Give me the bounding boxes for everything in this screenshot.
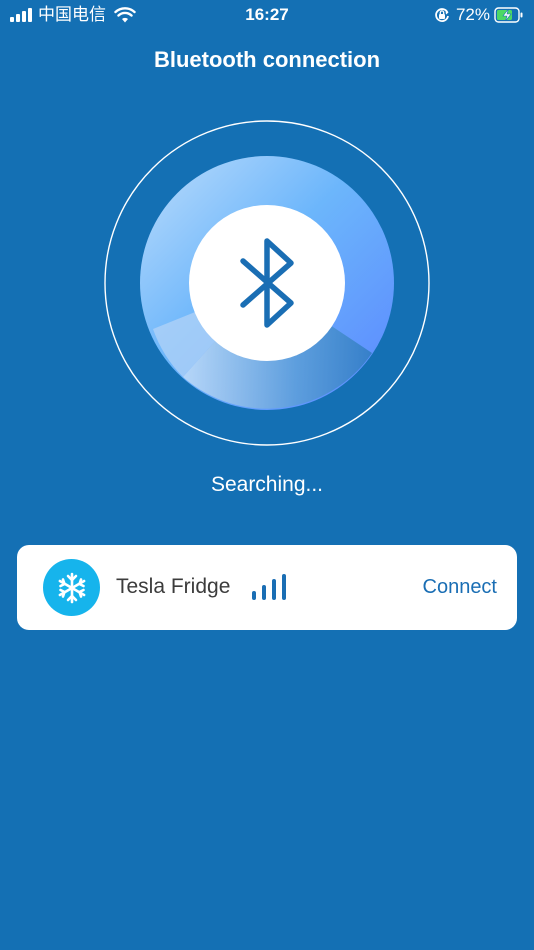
device-icon-badge	[43, 559, 100, 616]
connect-button[interactable]: Connect	[423, 572, 498, 602]
scan-status-text: Searching...	[210, 473, 324, 496]
battery-percentage: 72%	[455, 5, 490, 24]
page-title: Bluetooth connection	[153, 47, 381, 72]
device-name: Tesla Fridge	[116, 575, 231, 598]
bluetooth-scanner	[104, 120, 430, 446]
status-bar: 中国电信 16:27 72%	[0, 0, 534, 30]
device-list-item[interactable]: Tesla Fridge Connect	[17, 545, 517, 630]
battery-charging-icon	[494, 7, 523, 23]
orientation-lock-icon	[435, 8, 449, 22]
signal-strength-icon	[252, 574, 286, 600]
status-right: 72%	[434, 4, 524, 26]
snowflake-icon	[58, 572, 85, 603]
